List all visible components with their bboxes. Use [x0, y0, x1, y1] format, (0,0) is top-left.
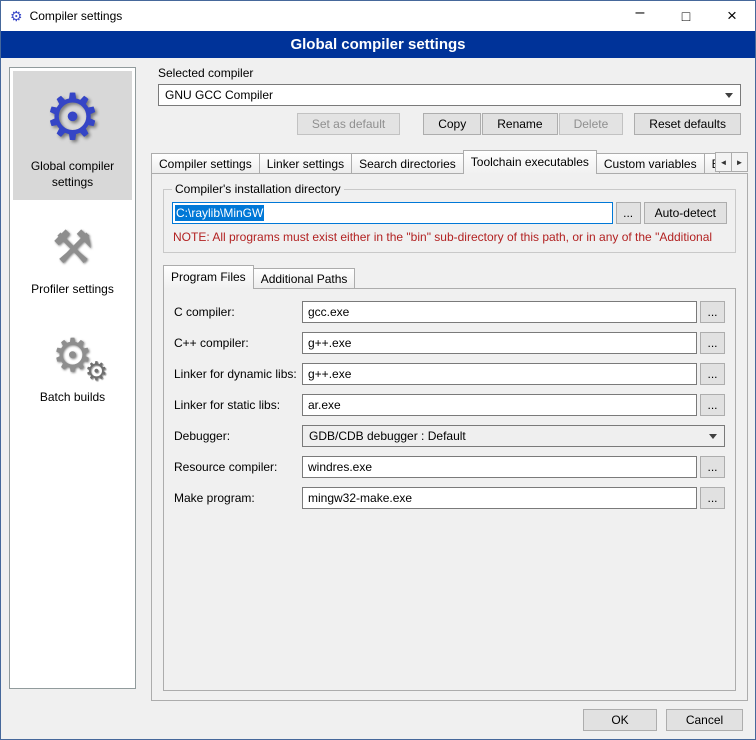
cpp-compiler-input[interactable]	[302, 332, 697, 354]
debugger-select[interactable]: GDB/CDB debugger : Default	[302, 425, 725, 447]
set-as-default-button[interactable]: Set as default	[297, 113, 400, 135]
tab-toolchain-executables[interactable]: Toolchain executables	[463, 150, 597, 174]
ok-button[interactable]: OK	[583, 709, 657, 731]
field-row: C compiler: ...	[174, 301, 725, 323]
tab-compiler-settings[interactable]: Compiler settings	[151, 153, 260, 173]
browse-make-program-button[interactable]: ...	[700, 487, 725, 509]
batch-builds-gears-icon: ⚙ ⚙	[15, 324, 130, 386]
debugger-value: GDB/CDB debugger : Default	[309, 429, 466, 443]
resource-compiler-input[interactable]	[302, 456, 697, 478]
main-area: Selected compiler GNU GCC Compiler Set a…	[151, 63, 748, 701]
compiler-settings-dialog: ⚙ Compiler settings – □ × Global compile…	[0, 0, 756, 740]
linker-dynamic-input[interactable]	[302, 363, 697, 385]
compiler-buttons-row: Set as default Copy Rename Delete Reset …	[158, 113, 741, 135]
field-row: Resource compiler: ...	[174, 456, 725, 478]
browse-linker-static-button[interactable]: ...	[700, 394, 725, 416]
debugger-label: Debugger:	[174, 429, 302, 443]
profiler-tools-icon: ⚒	[15, 216, 130, 278]
tab-linker-settings[interactable]: Linker settings	[259, 153, 352, 173]
close-button[interactable]: ×	[709, 1, 755, 31]
rename-button[interactable]: Rename	[482, 113, 557, 135]
cpp-compiler-label: C++ compiler:	[174, 336, 302, 350]
selected-compiler-label: Selected compiler	[158, 66, 748, 80]
auto-detect-button[interactable]: Auto-detect	[644, 202, 727, 224]
browse-install-dir-button[interactable]: ...	[616, 202, 641, 224]
window-title: Compiler settings	[30, 9, 123, 23]
resource-compiler-label: Resource compiler:	[174, 460, 302, 474]
tab-custom-variables[interactable]: Custom variables	[596, 153, 705, 173]
browse-linker-dynamic-button[interactable]: ...	[700, 363, 725, 385]
linker-static-label: Linker for static libs:	[174, 398, 302, 412]
window-controls: – □ ×	[617, 1, 755, 31]
sidebar-item-label: Profiler settings	[15, 282, 130, 298]
sidebar-item-profiler-settings[interactable]: ⚒ Profiler settings	[13, 208, 132, 308]
sidebar-item-batch-builds[interactable]: ⚙ ⚙ Batch builds	[13, 316, 132, 416]
maximize-button[interactable]: □	[663, 1, 709, 31]
dropdown-arrow-icon	[709, 434, 717, 439]
reset-defaults-button[interactable]: Reset defaults	[634, 113, 741, 135]
installation-directory-group: Compiler's installation directory C:\ray…	[163, 182, 736, 253]
linker-static-input[interactable]	[302, 394, 697, 416]
tab-search-directories[interactable]: Search directories	[351, 153, 464, 173]
c-compiler-input[interactable]	[302, 301, 697, 323]
cancel-button[interactable]: Cancel	[666, 709, 743, 731]
sidebar-item-global-compiler-settings[interactable]: ⚙ Global compiler settings	[13, 71, 132, 200]
installation-directory-legend: Compiler's installation directory	[172, 182, 344, 196]
make-program-label: Make program:	[174, 491, 302, 505]
field-row: Linker for dynamic libs: ...	[174, 363, 725, 385]
field-row: Linker for static libs: ...	[174, 394, 725, 416]
settings-tabbar: Compiler settings Linker settings Search…	[151, 149, 748, 173]
selected-compiler-select[interactable]: GNU GCC Compiler	[158, 84, 741, 106]
program-files-tabbar: Program Files Additional Paths	[161, 264, 738, 288]
linker-dynamic-label: Linker for dynamic libs:	[174, 367, 302, 381]
selected-compiler-value: GNU GCC Compiler	[165, 88, 273, 102]
dialog-header: Global compiler settings	[1, 31, 755, 58]
app-gear-icon: ⚙	[10, 9, 23, 23]
delete-button[interactable]: Delete	[559, 113, 624, 135]
copy-button[interactable]: Copy	[423, 113, 481, 135]
browse-c-compiler-button[interactable]: ...	[700, 301, 725, 323]
make-program-input[interactable]	[302, 487, 697, 509]
field-row: C++ compiler: ...	[174, 332, 725, 354]
installation-directory-input[interactable]: C:\raylib\MinGW	[172, 202, 613, 224]
program-files-panel: C compiler: ... C++ compiler: ... Linker…	[163, 288, 736, 691]
sidebar-item-label: Batch builds	[15, 390, 130, 406]
tab-program-files[interactable]: Program Files	[163, 265, 254, 289]
minimize-button[interactable]: –	[617, 1, 663, 31]
dropdown-arrow-icon	[725, 93, 733, 98]
settings-sidebar: ⚙ Global compiler settings ⚒ Profiler se…	[9, 67, 136, 689]
field-row: Debugger: GDB/CDB debugger : Default	[174, 425, 725, 447]
field-row: Make program: ...	[174, 487, 725, 509]
titlebar: ⚙ Compiler settings – □ ×	[1, 1, 755, 31]
sidebar-item-label: Global compiler settings	[15, 159, 130, 190]
tab-additional-paths[interactable]: Additional Paths	[253, 268, 356, 288]
tab-scroll-left-icon[interactable]: ◄	[715, 152, 732, 172]
global-compiler-gear-icon: ⚙	[15, 79, 130, 155]
browse-cpp-compiler-button[interactable]: ...	[700, 332, 725, 354]
toolchain-executables-panel: Compiler's installation directory C:\ray…	[151, 173, 748, 701]
c-compiler-label: C compiler:	[174, 305, 302, 319]
browse-resource-compiler-button[interactable]: ...	[700, 456, 725, 478]
installation-directory-selected-text: C:\raylib\MinGW	[175, 205, 264, 221]
note-text: NOTE: All programs must exist either in …	[173, 230, 726, 244]
tab-scroll-right-icon[interactable]: ►	[731, 152, 748, 172]
tab-scroll-arrows: ◄ ►	[716, 152, 748, 172]
